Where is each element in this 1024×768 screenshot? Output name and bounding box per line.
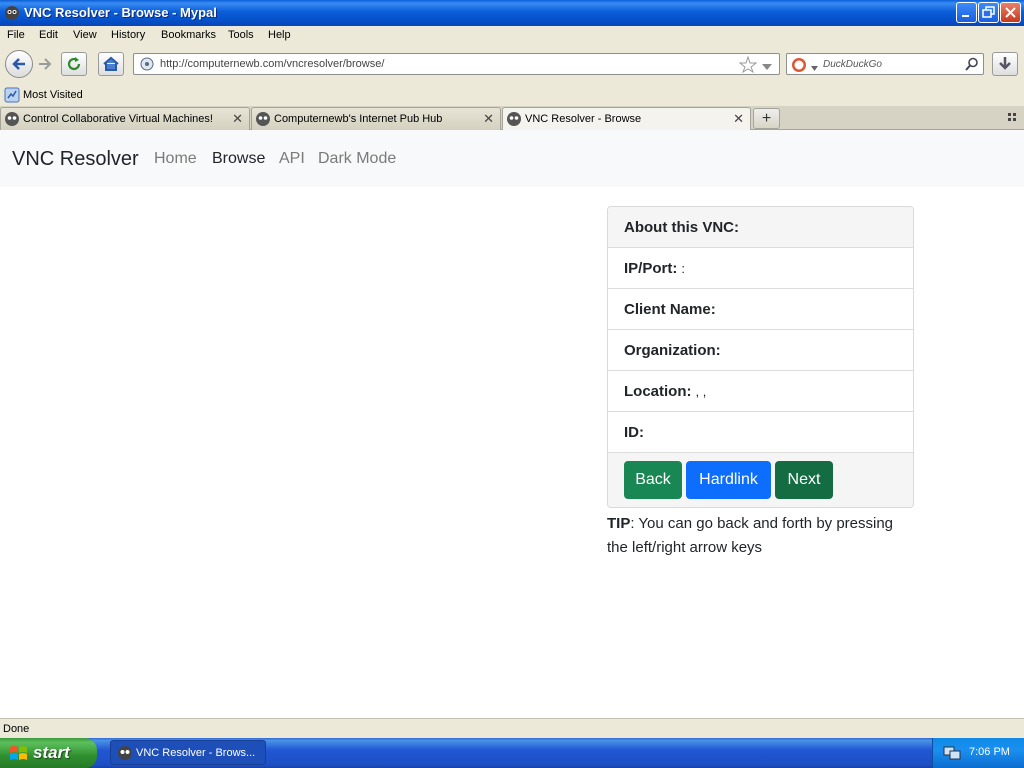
tab-vnc-resolver-browse[interactable]: VNC Resolver - Browse ✕ xyxy=(502,107,751,131)
nav-browse[interactable]: Browse xyxy=(212,150,265,168)
back-button[interactable] xyxy=(5,50,33,78)
tip-text: TIP: You can go back and forth by pressi… xyxy=(607,512,917,560)
organization-label: Organization: xyxy=(624,342,721,359)
tab-label: Control Collaborative Virtual Machines! xyxy=(23,113,213,125)
tab-close-icon[interactable]: ✕ xyxy=(483,111,494,127)
tab-strip: Control Collaborative Virtual Machines! … xyxy=(0,106,1024,131)
nav-home[interactable]: Home xyxy=(154,150,197,168)
search-engine-dropdown-icon[interactable] xyxy=(811,62,818,74)
row-id: ID: xyxy=(608,412,913,453)
search-bar[interactable]: DuckDuckGo xyxy=(786,53,984,75)
bookmark-star-icon[interactable] xyxy=(738,55,758,76)
url-bar[interactable]: http://computernewb.com/vncresolver/brow… xyxy=(133,53,780,75)
duckduckgo-icon[interactable] xyxy=(791,57,807,76)
menu-history[interactable]: History xyxy=(111,29,145,41)
list-all-tabs-icon[interactable] xyxy=(1008,113,1018,126)
url-dropdown-icon[interactable] xyxy=(762,61,772,73)
back-arrow-icon xyxy=(12,58,25,70)
tab-label: Computernewb's Internet Pub Hub xyxy=(274,113,443,125)
minimize-button[interactable] xyxy=(956,2,977,23)
favicon-icon xyxy=(255,111,271,130)
location-value: , , xyxy=(695,384,707,399)
close-window-button[interactable] xyxy=(1000,2,1021,23)
card-header: About this VNC: xyxy=(608,207,913,248)
taskbar: start VNC Resolver - Brows... 7:06 PM xyxy=(0,738,1024,768)
back-page-button[interactable]: Back xyxy=(624,461,682,499)
download-arrow-icon xyxy=(999,57,1011,70)
clock[interactable]: 7:06 PM xyxy=(969,746,1010,758)
menu-file[interactable]: File xyxy=(7,29,25,41)
id-label: ID: xyxy=(624,424,644,441)
tab-close-icon[interactable]: ✕ xyxy=(232,111,243,127)
card-title: About this VNC: xyxy=(624,219,739,236)
hardlink-button[interactable]: Hardlink xyxy=(686,461,771,499)
menu-tools[interactable]: Tools xyxy=(228,29,254,41)
reload-icon xyxy=(67,57,81,71)
start-label: start xyxy=(33,743,70,762)
favicon-icon xyxy=(506,111,522,130)
menu-bookmarks[interactable]: Bookmarks xyxy=(161,29,216,41)
home-icon xyxy=(103,56,119,71)
tab-control-collaborative[interactable]: Control Collaborative Virtual Machines! … xyxy=(0,107,250,130)
restore-button[interactable] xyxy=(978,2,999,23)
tab-label: VNC Resolver - Browse xyxy=(525,113,642,125)
ip-port-label: IP/Port: xyxy=(624,260,678,277)
forward-arrow-icon xyxy=(39,58,52,70)
favicon-icon xyxy=(4,111,20,130)
menu-view[interactable]: View xyxy=(73,29,97,41)
next-button[interactable]: Next xyxy=(775,461,833,499)
navigation-toolbar: http://computernewb.com/vncresolver/brow… xyxy=(0,46,1024,84)
taskbar-item-label: VNC Resolver - Brows... xyxy=(136,747,256,759)
menu-bar: File Edit View History Bookmarks Tools H… xyxy=(0,26,1024,46)
status-bar: Done xyxy=(0,718,1024,738)
row-ip-port: IP/Port:: xyxy=(608,248,913,289)
nav-dark-mode[interactable]: Dark Mode xyxy=(318,150,396,168)
nav-api[interactable]: API xyxy=(279,150,305,168)
site-navbar: VNC Resolver Home Browse API Dark Mode xyxy=(0,130,1024,187)
bookmarks-toolbar: Most Visited xyxy=(0,84,1024,106)
site-identity-icon[interactable] xyxy=(139,56,155,75)
most-visited-icon xyxy=(4,87,20,103)
vnc-info-card: About this VNC: IP/Port:: Client Name: O… xyxy=(607,206,914,508)
ip-port-value: : xyxy=(681,261,685,276)
client-name-label: Client Name: xyxy=(624,301,716,318)
search-placeholder[interactable]: DuckDuckGo xyxy=(823,59,882,70)
windows-logo-icon xyxy=(10,746,27,760)
status-text: Done xyxy=(3,723,30,735)
forward-button[interactable] xyxy=(36,56,54,75)
tip-label: TIP xyxy=(607,515,631,532)
location-label: Location: xyxy=(624,383,692,400)
search-icon[interactable] xyxy=(965,57,979,74)
url-text[interactable]: http://computernewb.com/vncresolver/brow… xyxy=(160,58,384,70)
menu-edit[interactable]: Edit xyxy=(39,29,58,41)
card-footer: Back Hardlink Next xyxy=(608,453,913,507)
home-button[interactable] xyxy=(98,52,124,76)
window-title: VNC Resolver - Browse - Mypal xyxy=(24,5,217,20)
site-brand[interactable]: VNC Resolver xyxy=(12,148,139,171)
taskbar-item-vnc-resolver[interactable]: VNC Resolver - Brows... xyxy=(110,740,266,765)
new-tab-button[interactable]: + xyxy=(753,108,780,129)
row-location: Location:, , xyxy=(608,371,913,412)
tip-message: : You can go back and forth by pressing … xyxy=(607,515,894,556)
network-icon[interactable] xyxy=(943,745,961,761)
start-button[interactable]: start xyxy=(0,738,97,768)
most-visited-bookmark[interactable]: Most Visited xyxy=(4,87,83,106)
reload-button[interactable] xyxy=(61,52,87,76)
mypal-app-icon xyxy=(4,5,20,21)
downloads-button[interactable] xyxy=(992,52,1018,76)
window-titlebar: VNC Resolver - Browse - Mypal xyxy=(0,0,1024,26)
menu-help[interactable]: Help xyxy=(268,29,291,41)
most-visited-label: Most Visited xyxy=(23,89,83,101)
system-tray: 7:06 PM xyxy=(932,738,1024,768)
page-viewport: VNC Resolver Home Browse API Dark Mode A… xyxy=(0,130,1024,718)
tab-internet-pub-hub[interactable]: Computernewb's Internet Pub Hub ✕ xyxy=(251,107,501,130)
mypal-app-icon xyxy=(118,746,132,760)
tab-close-icon[interactable]: ✕ xyxy=(733,111,744,127)
row-client-name: Client Name: xyxy=(608,289,913,330)
row-organization: Organization: xyxy=(608,330,913,371)
